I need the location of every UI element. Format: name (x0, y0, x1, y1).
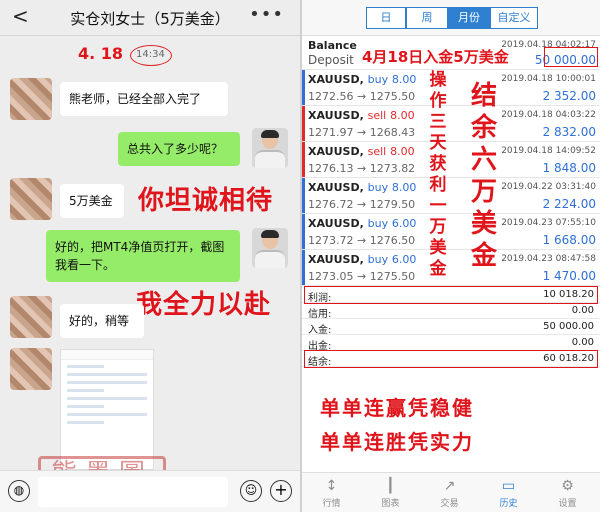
tab-week[interactable]: 周 (406, 7, 448, 29)
trade-volume: 6.00 (391, 217, 417, 230)
trade-symbol: XAUUSD, (308, 253, 364, 266)
nav-trade[interactable]: ↗ 交易 (420, 473, 479, 512)
chart-icon: ┃ (386, 478, 395, 494)
trade-volume: 8.00 (390, 109, 415, 122)
date-annotation: 4. 18 (78, 44, 124, 63)
history-icon: ▭ (501, 478, 516, 494)
trade-row[interactable]: XAUUSD, buy 6.00 1273.72 → 1276.50 2019.… (302, 214, 600, 250)
message-bubble-out[interactable]: 总共入了多少呢？ (118, 132, 240, 166)
trade-prices: 1272.56 → 1275.50 (308, 90, 416, 103)
trade-volume: 6.00 (391, 253, 417, 266)
trade-symbol: XAUUSD, (308, 73, 364, 86)
bottom-nav: ↕ 行情 ┃ 图表 ↗ 交易 ▭ 历史 ⚙ 设置 (302, 472, 600, 512)
chat-header: < 实仓刘女士（5万美金） ••• (0, 0, 300, 36)
period-segment-control: 日 周 月份 自定义 (302, 0, 600, 36)
tab-custom[interactable]: 自定义 (490, 7, 538, 29)
contact-avatar[interactable] (10, 296, 52, 338)
trade-symbol: XAUUSD, (308, 109, 364, 122)
more-icon[interactable]: ••• (249, 4, 284, 25)
deposit-label: Deposit (308, 53, 354, 67)
trade-prices: 1273.72 → 1276.50 (308, 234, 416, 247)
tab-day[interactable]: 日 (366, 7, 406, 29)
trade-side: buy (367, 217, 389, 230)
deposit-highlight-box (544, 47, 598, 67)
trade-time: 2019.04.23 08:47:58 (501, 254, 596, 264)
nav-settings[interactable]: ⚙ 设置 (538, 473, 597, 512)
trade-profit: 2 832.00 (542, 125, 596, 139)
trade-profit: 2 352.00 (542, 89, 596, 103)
trade-profit: 1 470.00 (542, 269, 596, 283)
trade-time: 2019.04.23 07:55:10 (501, 218, 596, 228)
tab-month[interactable]: 月份 (448, 7, 490, 29)
trade-symbol: XAUUSD, (308, 217, 364, 230)
trade-volume: 8.00 (391, 73, 417, 86)
trade-time: 2019.04.18 10:00:01 (501, 74, 596, 84)
message-input[interactable] (38, 477, 228, 507)
chat-panel: < 实仓刘女士（5万美金） ••• 4. 18 14:34 熊老师，已经全部入完… (0, 0, 300, 512)
trade-row[interactable]: XAUUSD, buy 8.00 1272.56 → 1275.50 2019.… (302, 70, 600, 106)
contact-avatar[interactable] (10, 78, 52, 120)
trade-row[interactable]: XAUUSD, buy 8.00 1276.72 → 1279.50 2019.… (302, 178, 600, 214)
balance-label: Balance (308, 39, 357, 52)
trade-profit: 1 668.00 (542, 233, 596, 247)
trade-prices: 1276.72 → 1279.50 (308, 198, 416, 211)
emoji-icon[interactable]: ☺ (240, 480, 262, 502)
voice-icon[interactable]: ◍ (8, 480, 30, 502)
trade-row[interactable]: XAUUSD, sell 8.00 1276.13 → 1273.82 2019… (302, 142, 600, 178)
summary-deposit: 入金: 50 000.00 (302, 319, 600, 336)
deposit-annotation: 4月18日入金5万美金 (362, 48, 509, 66)
trade-prices: 1273.05 → 1275.50 (308, 270, 416, 283)
red-annotation-commitment: 我全力以赴 (136, 290, 272, 320)
message-bubble-in[interactable]: 好的，稍等 (60, 304, 144, 338)
screenshot-thumbnail[interactable] (60, 349, 154, 470)
quotes-icon: ↕ (325, 478, 338, 494)
trade-side: buy (367, 253, 389, 266)
nav-history[interactable]: ▭ 历史 (479, 473, 538, 512)
annotation-balance-sixty-k: 结余六万美金 (470, 81, 497, 271)
plus-icon[interactable]: + (270, 480, 292, 502)
trade-side: buy (367, 181, 389, 194)
trade-row[interactable]: XAUUSD, sell 8.00 1271.97 → 1268.43 2019… (302, 106, 600, 142)
trade-symbol: XAUUSD, (308, 181, 364, 194)
trade-prices: 1276.13 → 1273.82 (308, 162, 416, 175)
trade-time: 2019.04.18 14:09:52 (501, 146, 596, 156)
trade-volume: 8.00 (391, 181, 417, 194)
trade-time: 2019.04.22 03:31:40 (501, 182, 596, 192)
summary-credit: 信用: 0.00 (302, 303, 600, 320)
trade-profit: 1 848.00 (542, 161, 596, 175)
nav-chart[interactable]: ┃ 图表 (361, 473, 420, 512)
chat-input-bar: ◍ ☺ + (0, 470, 300, 512)
trade-side: buy (367, 73, 389, 86)
user-avatar[interactable] (252, 228, 288, 268)
trade-volume: 8.00 (390, 145, 415, 158)
user-avatar[interactable] (252, 128, 288, 168)
message-bubble-out[interactable]: 好的，把MT4净值页打开，截图我看一下。 (46, 230, 240, 282)
annotation-three-days-profit: 操作三天获利一万美金 (429, 70, 447, 279)
trade-icon: ↗ (443, 478, 456, 494)
trade-side: sell (367, 109, 387, 122)
time-highlight-circle (130, 45, 172, 66)
settings-icon: ⚙ (561, 478, 574, 494)
profit-highlight-box (304, 286, 598, 304)
nav-quotes[interactable]: ↕ 行情 (302, 473, 361, 512)
trade-row[interactable]: XAUUSD, buy 6.00 1273.05 → 1275.50 2019.… (302, 250, 600, 286)
trade-side: sell (367, 145, 387, 158)
trade-prices: 1271.97 → 1268.43 (308, 126, 416, 139)
contact-avatar[interactable] (10, 348, 52, 390)
contact-avatar[interactable] (10, 178, 52, 220)
summary-withdrawal: 出金: 0.00 (302, 335, 600, 352)
trade-time: 2019.04.18 04:03:22 (501, 110, 596, 120)
slogan-strength: 单单连胜凭实力 (320, 430, 474, 454)
message-bubble-in[interactable]: 5万美金 (60, 184, 124, 218)
trade-symbol: XAUUSD, (308, 145, 364, 158)
message-bubble-in[interactable]: 熊老师，已经全部入完了 (60, 82, 228, 116)
slogan-steady: 单单连赢凭稳健 (320, 396, 474, 420)
trade-profit: 2 224.00 (542, 197, 596, 211)
red-annotation-sincerity: 你坦诚相待 (138, 186, 274, 216)
balance-highlight-box (304, 350, 598, 368)
